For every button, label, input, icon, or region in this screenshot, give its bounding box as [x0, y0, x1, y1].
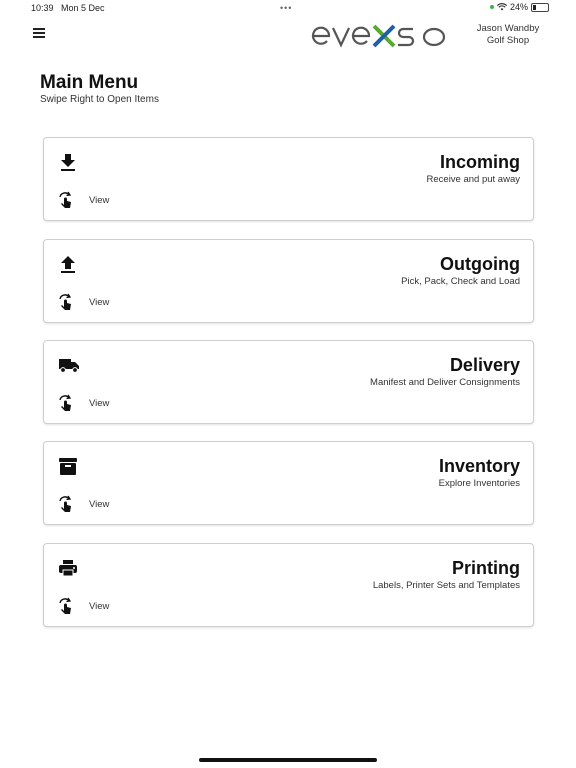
- wifi-icon: [497, 3, 507, 11]
- view-link[interactable]: View: [89, 297, 109, 308]
- card-subtitle: Labels, Printer Sets and Templates: [372, 580, 520, 591]
- view-link[interactable]: View: [89, 499, 109, 510]
- card-title: Printing: [452, 558, 520, 578]
- truck-icon: [59, 359, 79, 373]
- status-indicators: 24%: [490, 2, 550, 12]
- hamburger-icon[interactable]: [33, 28, 45, 38]
- page-subtitle: Swipe Right to Open Items: [40, 94, 159, 105]
- status-time: 10:39: [31, 3, 54, 13]
- swipe-gesture-icon: [59, 191, 72, 208]
- evexso-logo: [311, 24, 446, 48]
- card-subtitle: Manifest and Deliver Consignments: [370, 377, 520, 388]
- company-name: Golf Shop: [486, 35, 530, 46]
- status-date: Mon 5 Dec: [61, 3, 105, 13]
- view-link[interactable]: View: [89, 398, 109, 409]
- card-inventory[interactable]: Inventory Explore Inventories View: [43, 441, 534, 525]
- view-link[interactable]: View: [89, 601, 109, 612]
- view-link[interactable]: View: [89, 195, 109, 206]
- card-title: Inventory: [438, 456, 520, 476]
- archive-box-icon: [59, 458, 77, 475]
- card-subtitle: Pick, Pack, Check and Load: [401, 276, 520, 287]
- upload-icon: [61, 256, 75, 273]
- card-incoming[interactable]: Incoming Receive and put away View: [43, 137, 534, 221]
- card-title: Outgoing: [440, 254, 520, 274]
- swipe-gesture-icon: [59, 293, 72, 310]
- user-info: Jason Wandby Golf Shop: [470, 23, 546, 47]
- card-subtitle: Receive and put away: [426, 174, 520, 185]
- home-indicator[interactable]: [199, 758, 377, 762]
- swipe-gesture-icon: [59, 597, 72, 614]
- status-bar: 10:39 Mon 5 Dec ••• 24%: [0, 0, 576, 16]
- card-title: Incoming: [440, 152, 520, 172]
- card-outgoing[interactable]: Outgoing Pick, Pack, Check and Load View: [43, 239, 534, 323]
- camera-indicator-icon: [490, 5, 494, 9]
- swipe-gesture-icon: [59, 394, 72, 411]
- card-delivery[interactable]: Delivery Manifest and Deliver Consignmen…: [43, 340, 534, 424]
- battery-icon: [531, 2, 550, 12]
- page-title: Main Menu: [40, 72, 139, 93]
- multitasking-dots-icon[interactable]: •••: [280, 3, 292, 13]
- card-title: Delivery: [449, 355, 520, 375]
- printer-icon: [59, 560, 77, 577]
- app-header: Jason Wandby Golf Shop: [0, 16, 576, 56]
- swipe-gesture-icon: [59, 495, 72, 512]
- card-subtitle: Explore Inventories: [438, 478, 520, 489]
- download-icon: [61, 154, 75, 171]
- user-name: Jason Wandby: [476, 23, 540, 34]
- battery-percent: 24%: [510, 2, 529, 12]
- card-printing[interactable]: Printing Labels, Printer Sets and Templa…: [43, 543, 534, 627]
